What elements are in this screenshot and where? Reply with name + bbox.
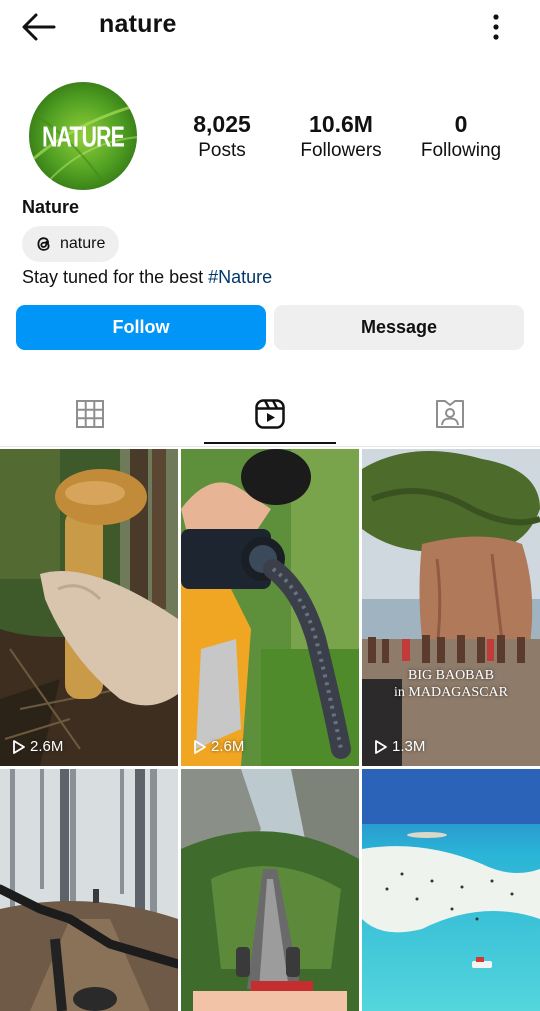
reel-tile-6[interactable] bbox=[362, 769, 540, 1011]
arrow-left-icon bbox=[22, 13, 56, 41]
bio-text: Stay tuned for the best #Nature bbox=[22, 266, 272, 288]
reel-caption-line-2: in MADAGASCAR bbox=[394, 685, 508, 700]
views-value: 2.6M bbox=[30, 738, 64, 755]
views-count: 2.6M bbox=[12, 738, 63, 755]
reel-tile-4[interactable] bbox=[0, 769, 178, 1011]
message-button[interactable]: Message bbox=[274, 305, 524, 350]
tab-posts-grid[interactable] bbox=[24, 385, 156, 443]
play-icon bbox=[375, 739, 387, 754]
reel-thumbnail-bike bbox=[0, 769, 178, 1011]
tab-reels[interactable] bbox=[204, 385, 336, 443]
followers-label: Followers bbox=[300, 140, 382, 161]
more-options-button[interactable] bbox=[484, 12, 508, 42]
threads-icon bbox=[37, 237, 50, 251]
posts-stat[interactable]: 8,025 Posts bbox=[157, 110, 287, 164]
profile-name: Nature bbox=[22, 197, 80, 217]
grid-icon bbox=[76, 400, 104, 428]
reels-icon bbox=[255, 399, 285, 429]
reel-thumbnail-beach bbox=[362, 769, 540, 1011]
followers-stat[interactable]: 10.6M Followers bbox=[276, 110, 406, 164]
more-vertical-icon bbox=[493, 14, 499, 40]
top-bar: nature bbox=[0, 0, 540, 56]
play-icon bbox=[194, 739, 206, 754]
reel-tile-5[interactable] bbox=[181, 769, 359, 1011]
tabs-divider bbox=[0, 446, 540, 447]
tab-tagged[interactable] bbox=[384, 385, 516, 443]
threads-link-chip[interactable]: nature bbox=[22, 226, 120, 262]
reel-tile-1[interactable]: 2.6M bbox=[0, 449, 178, 766]
back-button[interactable] bbox=[20, 12, 58, 42]
avatar-logo-text: NATURE bbox=[42, 121, 124, 153]
following-stat[interactable]: 0 Following bbox=[396, 110, 526, 164]
threads-handle: nature bbox=[60, 235, 106, 252]
posts-count: 8,025 bbox=[193, 111, 251, 137]
bio-hashtag-link[interactable]: #Nature bbox=[208, 267, 272, 287]
play-icon bbox=[13, 739, 25, 754]
views-value: 1.3M bbox=[392, 738, 426, 755]
views-count: 1.3M bbox=[374, 738, 425, 755]
views-value: 2.6M bbox=[211, 738, 245, 755]
content-tabs bbox=[0, 385, 540, 447]
following-label: Following bbox=[420, 140, 502, 161]
reel-thumbnail-baobab bbox=[362, 449, 540, 766]
reel-thumbnail-mushroom bbox=[0, 449, 178, 766]
reel-caption-line-1: BIG BAOBAB bbox=[408, 668, 494, 683]
tagged-icon bbox=[436, 400, 464, 428]
views-count: 2.6M bbox=[193, 738, 244, 755]
bio-body: Stay tuned for the best bbox=[22, 267, 209, 287]
reel-thumbnail-snake bbox=[181, 449, 359, 766]
following-count: 0 bbox=[454, 111, 468, 137]
profile-avatar[interactable]: NATURE bbox=[29, 82, 137, 190]
reel-tile-3[interactable]: BIG BAOBAB in MADAGASCAR 1.3M bbox=[362, 449, 540, 766]
reel-tile-2[interactable]: 2.6M bbox=[181, 449, 359, 766]
reel-thumbnail-mountain bbox=[181, 769, 359, 1011]
username-title: nature bbox=[99, 10, 177, 38]
posts-label: Posts bbox=[198, 140, 246, 161]
active-tab-indicator bbox=[204, 442, 336, 444]
followers-count: 10.6M bbox=[309, 111, 373, 137]
follow-button[interactable]: Follow bbox=[16, 305, 266, 350]
